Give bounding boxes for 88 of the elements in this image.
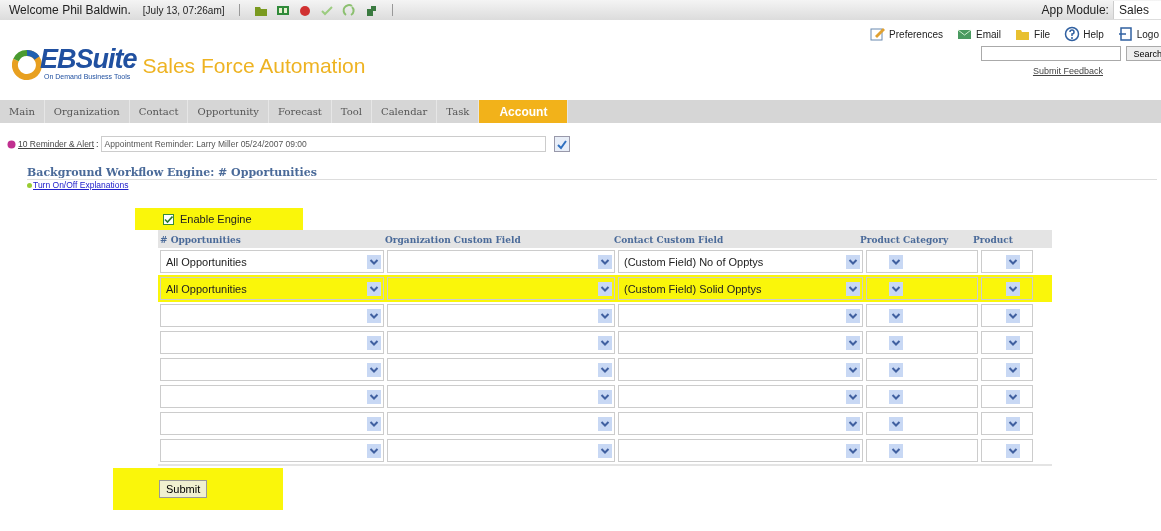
- alert-dot-icon: [7, 139, 16, 149]
- chevron-down-icon[interactable]: [846, 335, 860, 350]
- column-header: Contact Custom Field: [614, 235, 725, 245]
- chevron-down-icon[interactable]: [846, 362, 860, 377]
- column-header: # Opportunities: [160, 235, 242, 245]
- chevron-down-icon[interactable]: [367, 362, 381, 377]
- check-icon[interactable]: [319, 3, 334, 17]
- chevron-down-icon[interactable]: [1006, 335, 1020, 350]
- feedback-link[interactable]: Submit Feedback: [1032, 66, 1103, 76]
- checkbox-label: Enable Engine: [180, 213, 252, 225]
- chevron-down-icon[interactable]: [367, 443, 381, 458]
- chevron-down-icon[interactable]: [1006, 308, 1020, 323]
- column-header: Product Category: [860, 235, 950, 245]
- dropdown[interactable]: (Custom Field) Solid Opptys: [619, 279, 862, 298]
- refresh-icon[interactable]: [553, 136, 570, 152]
- submit-button[interactable]: Submit: [159, 480, 208, 498]
- help-icon[interactable]: [1064, 26, 1081, 42]
- chevron-down-icon[interactable]: [1006, 389, 1020, 404]
- chevron-down-icon[interactable]: [367, 254, 381, 269]
- chevron-down-icon[interactable]: [598, 416, 612, 431]
- nav-tab[interactable]: Organization: [44, 100, 130, 123]
- chevron-down-icon[interactable]: [846, 308, 860, 323]
- book-icon[interactable]: [275, 3, 290, 17]
- chevron-down-icon[interactable]: [889, 362, 903, 377]
- chevron-down-icon[interactable]: [1006, 362, 1020, 377]
- header-link[interactable]: Email: [976, 28, 1002, 40]
- search-button[interactable]: Search: [1126, 46, 1161, 61]
- chevron-down-icon[interactable]: [598, 443, 612, 458]
- chevron-down-icon[interactable]: [889, 308, 903, 323]
- chevron-down-icon[interactable]: [889, 416, 903, 431]
- chevron-down-icon[interactable]: [367, 416, 381, 431]
- chevron-down-icon[interactable]: [598, 281, 612, 296]
- reminder-field[interactable]: Appointment Reminder: Larry Miller 05/24/2007 09:00: [100, 136, 546, 152]
- dropdown[interactable]: All Opportunities: [161, 279, 383, 298]
- column-header: Organization Custom Field: [385, 235, 522, 245]
- chevron-down-icon[interactable]: [846, 389, 860, 404]
- chevron-down-icon[interactable]: [598, 254, 612, 269]
- check-icon: [164, 214, 173, 224]
- chevron-down-icon[interactable]: [846, 254, 860, 269]
- page-title: Background Workflow Engine: # Opportunities: [27, 166, 1157, 180]
- dropdown[interactable]: (Custom Field) No of Opptys: [619, 252, 862, 271]
- welcome-text: Welcome Phil Baldwin.: [9, 3, 131, 17]
- chevron-down-icon[interactable]: [1006, 281, 1020, 296]
- nav-tab[interactable]: Contact: [129, 100, 189, 123]
- nav-tab[interactable]: Calendar: [372, 100, 438, 123]
- header-link[interactable]: File: [1034, 28, 1051, 40]
- chevron-down-icon[interactable]: [367, 335, 381, 350]
- chevron-down-icon[interactable]: [598, 362, 612, 377]
- chevron-down-icon[interactable]: [846, 443, 860, 458]
- app-module-field[interactable]: Sales: [1112, 1, 1161, 19]
- explanations-link[interactable]: Turn On/Off Explanations: [33, 180, 129, 190]
- chevron-down-icon[interactable]: [889, 254, 903, 269]
- chevron-down-icon[interactable]: [846, 281, 860, 296]
- chevron-down-icon[interactable]: [846, 416, 860, 431]
- chevron-down-icon[interactable]: [889, 443, 903, 458]
- reminder-link[interactable]: 10 Reminder & Alert: [18, 139, 95, 149]
- chevron-down-icon[interactable]: [1006, 443, 1020, 458]
- chevron-down-icon[interactable]: [598, 389, 612, 404]
- chevron-down-icon[interactable]: [889, 389, 903, 404]
- door-icon[interactable]: [1117, 26, 1134, 42]
- chevron-down-icon[interactable]: [367, 281, 381, 296]
- chevron-down-icon[interactable]: [889, 335, 903, 350]
- chevron-down-icon[interactable]: [367, 308, 381, 323]
- chevron-down-icon[interactable]: [889, 281, 903, 296]
- search-field[interactable]: [981, 46, 1122, 61]
- circle-icon[interactable]: [297, 3, 312, 17]
- header-link[interactable]: Preferences: [889, 28, 944, 40]
- app-module-label: App Module:: [1041, 3, 1109, 17]
- logo-circle-icon: [12, 50, 42, 80]
- checkbox[interactable]: [163, 213, 174, 225]
- nav-tab[interactable]: Tool: [331, 100, 372, 123]
- chevron-down-icon[interactable]: [1006, 254, 1020, 269]
- chevron-down-icon[interactable]: [598, 335, 612, 350]
- app-title: Sales Force Automation: [142, 54, 366, 78]
- nav-tab[interactable]: Opportunity: [188, 100, 270, 123]
- header-link[interactable]: Logo: [1136, 28, 1159, 40]
- chevron-down-icon[interactable]: [367, 389, 381, 404]
- nav-tab[interactable]: Forecast: [269, 100, 332, 123]
- logo-text: EBSuite: [40, 45, 137, 73]
- date-time: [July 13, 07:26am]: [142, 4, 225, 16]
- dropdown[interactable]: All Opportunities: [161, 252, 383, 271]
- chevron-down-icon[interactable]: [598, 308, 612, 323]
- nav-tab[interactable]: Main: [0, 100, 45, 123]
- colon-text: :: [96, 139, 99, 149]
- header-link[interactable]: Help: [1083, 28, 1104, 40]
- bullet-icon: [27, 182, 32, 188]
- column-header: Product: [973, 235, 1014, 245]
- chevron-down-icon[interactable]: [1006, 416, 1020, 431]
